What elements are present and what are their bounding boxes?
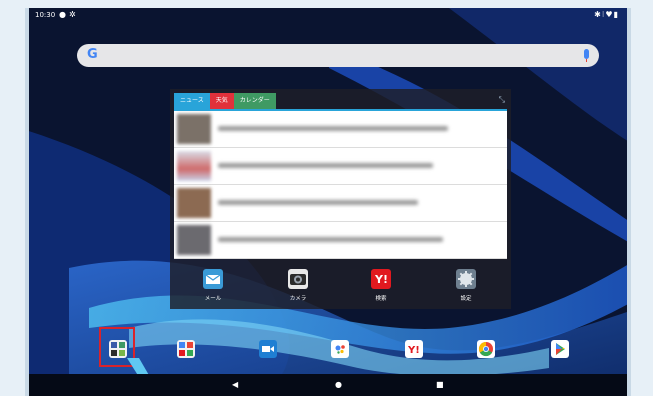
news-thumbnail: [177, 188, 211, 218]
news-thumbnail: [177, 151, 211, 181]
tablet-screen: 10:30 ●✲ ✱⁝♥▮ G ニュース 天気 カレンダー ⤡ メール カメラ …: [25, 8, 631, 396]
settings-shortcut[interactable]: 設定: [451, 269, 481, 302]
news-thumbnail: [177, 114, 211, 144]
notification-icon: ●: [59, 10, 69, 19]
news-list: [174, 111, 507, 259]
widget-tabs: ニュース 天気 カレンダー: [174, 93, 276, 109]
expand-icon[interactable]: ⤡: [499, 95, 505, 105]
tab-weather[interactable]: 天気: [209, 93, 234, 109]
settings-gear-icon: [456, 269, 476, 289]
settings-icon: ✲: [68, 10, 79, 19]
yahoo-search-icon: Y!: [371, 269, 391, 289]
yahoo-search-shortcut[interactable]: Y! 検索: [366, 269, 396, 302]
news-item[interactable]: [174, 185, 507, 222]
mail-icon: [203, 269, 223, 289]
wifi-icon: ♥: [605, 10, 614, 19]
video-camera-icon[interactable]: [259, 340, 277, 358]
news-item[interactable]: [174, 148, 507, 185]
news-thumbnail: [177, 225, 211, 255]
mail-shortcut[interactable]: メール: [198, 269, 228, 302]
settings-label: 設定: [460, 296, 472, 302]
news-headline-blurred: [218, 126, 448, 131]
chrome-icon[interactable]: [477, 340, 495, 358]
recents-icon[interactable]: ■: [436, 380, 444, 389]
news-headline-blurred: [218, 237, 443, 242]
back-icon[interactable]: ◀: [232, 380, 238, 389]
widget-app-shortcuts: メール カメラ Y! 検索 設定: [170, 262, 511, 308]
status-left-icons: ●✲: [59, 10, 79, 19]
news-item[interactable]: [174, 111, 507, 148]
news-item[interactable]: [174, 222, 507, 259]
bluetooth-icon: ✱: [594, 10, 602, 19]
navigation-bar: ◀ ● ■: [29, 374, 627, 396]
news-headline-blurred: [218, 163, 433, 168]
play-store-icon[interactable]: [551, 340, 569, 358]
home-icon[interactable]: ●: [335, 380, 342, 389]
google-logo: G: [87, 47, 98, 62]
status-bar: 10:30 ●✲ ✱⁝♥▮: [29, 8, 627, 24]
battery-icon: ▮: [613, 10, 619, 19]
camera-shortcut[interactable]: カメラ: [283, 269, 313, 302]
status-right-icons: ✱⁝♥▮: [594, 10, 619, 19]
screen-frame: 10:30 ●✲ ✱⁝♥▮ G ニュース 天気 カレンダー ⤡ メール カメラ …: [0, 0, 653, 396]
yahoo-japan-icon[interactable]: Y!: [405, 340, 423, 358]
svg-text:Y!: Y!: [374, 273, 388, 286]
search-label: 検索: [375, 296, 387, 302]
google-search-bar[interactable]: G: [77, 44, 599, 67]
tab-calendar[interactable]: カレンダー: [233, 93, 276, 109]
google-assistant-icon[interactable]: [331, 340, 349, 358]
status-time: 10:30: [35, 11, 56, 19]
camera-icon: [288, 269, 308, 289]
news-headline-blurred: [218, 200, 418, 205]
tab-news[interactable]: ニュース: [174, 93, 210, 109]
google-apps-folder-icon[interactable]: [177, 340, 195, 358]
mail-label: メール: [204, 296, 222, 302]
camera-label: カメラ: [289, 296, 307, 302]
svg-text:Y!: Y!: [407, 345, 420, 356]
news-widget: ニュース 天気 カレンダー ⤡ メール カメラ Y! 検索 設定: [170, 89, 511, 309]
microphone-icon[interactable]: [584, 49, 589, 62]
